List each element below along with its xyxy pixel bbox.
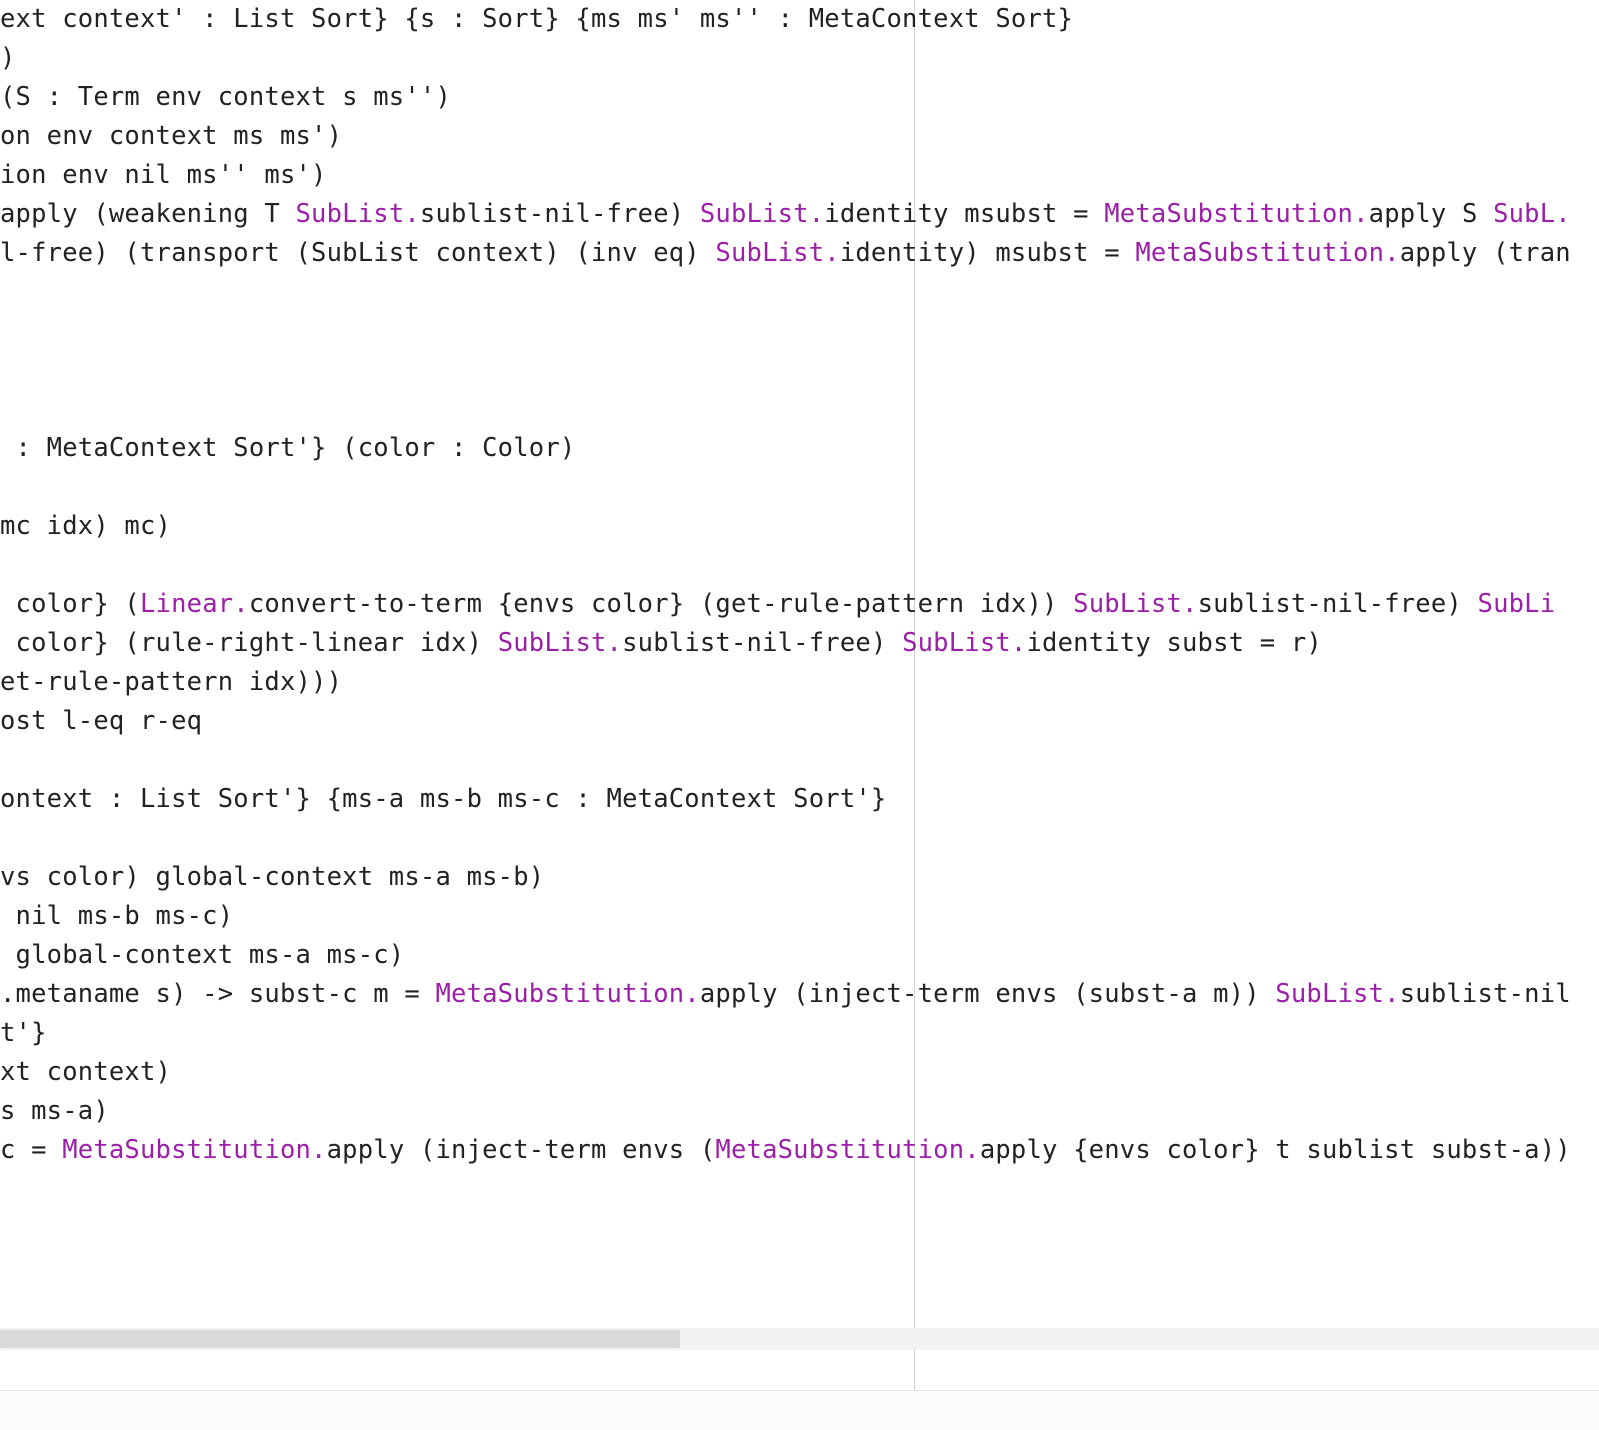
token-plain: color} (	[0, 589, 140, 619]
token-module: SubList.	[715, 238, 839, 268]
token-plain: apply (weakening T	[0, 199, 296, 229]
token-plain: apply (tran	[1400, 238, 1571, 268]
code-line[interactable]: .metaname s) -> subst-c m = MetaSubstitu…	[0, 979, 1571, 1009]
token-plain: ion env nil ms'' ms')	[0, 160, 327, 190]
token-plain: identity msubst =	[824, 199, 1104, 229]
token-plain: sublist-nil-free)	[622, 628, 902, 658]
token-plain: ost l-eq r-eq	[0, 706, 202, 736]
code-line[interactable]: ontext : List Sort'} {ms-a ms-b ms-c : M…	[0, 784, 886, 814]
code-line[interactable]: et-rule-pattern idx)))	[0, 667, 342, 697]
token-plain: xt context)	[0, 1057, 171, 1087]
token-plain: apply (inject-term envs (subst-a m))	[700, 979, 1275, 1009]
token-module: MetaSubstitution.	[715, 1135, 979, 1165]
token-module: SubL.	[1493, 199, 1571, 229]
token-module: SubList.	[498, 628, 622, 658]
token-plain: sublist-nil-free)	[1198, 589, 1478, 619]
code-line[interactable]: on env context ms ms')	[0, 121, 342, 151]
token-plain: convert-to-term {envs color} (get-rule-p…	[249, 589, 1073, 619]
token-plain: s ms-a)	[0, 1096, 109, 1126]
token-plain: apply (inject-term envs (	[327, 1135, 716, 1165]
token-plain: mc idx) mc)	[0, 511, 171, 541]
token-plain: sublist-nil-free)	[420, 199, 700, 229]
code-line[interactable]: apply (weakening T SubList.sublist-nil-f…	[0, 199, 1571, 229]
code-line[interactable]: l-free) (transport (SubList context) (in…	[0, 238, 1571, 268]
token-plain: t'}	[0, 1018, 47, 1048]
token-module: SubList.	[700, 199, 824, 229]
token-module: Linear.	[140, 589, 249, 619]
column-ruler	[914, 0, 915, 1390]
code-line[interactable]: mc idx) mc)	[0, 511, 171, 541]
token-plain: sublist-nil	[1400, 979, 1571, 1009]
token-plain: (S : Term env context s ms'')	[0, 82, 451, 112]
token-plain: apply {envs color} t sublist subst-a))	[980, 1135, 1571, 1165]
token-plain: ontext : List Sort'} {ms-a ms-b ms-c : M…	[0, 784, 886, 814]
token-module: MetaSubstitution.	[62, 1135, 326, 1165]
code-line[interactable]: xt context)	[0, 1057, 171, 1087]
token-module: SubList.	[296, 199, 420, 229]
code-line[interactable]: global-context ms-a ms-c)	[0, 940, 404, 970]
token-module: MetaSubstitution.	[435, 979, 699, 1009]
token-module: SubLi	[1478, 589, 1556, 619]
code-content[interactable]: ext context' : List Sort} {s : Sort} {ms…	[0, 0, 1571, 1170]
code-line[interactable]: )	[0, 43, 16, 73]
token-plain: vs color) global-context ms-a ms-b)	[0, 862, 544, 892]
token-plain: .metaname s) -> subst-c m =	[0, 979, 435, 1009]
token-module: SubList.	[1073, 589, 1197, 619]
token-plain: on env context ms ms')	[0, 121, 342, 151]
token-plain: identity) msubst =	[840, 238, 1136, 268]
code-line[interactable]: nil ms-b ms-c)	[0, 901, 233, 931]
horizontal-scrollbar-thumb[interactable]	[0, 1330, 680, 1348]
token-plain: color} (rule-right-linear idx)	[0, 628, 498, 658]
token-module: SubList.	[902, 628, 1026, 658]
token-plain: apply S	[1369, 199, 1493, 229]
token-plain: )	[0, 43, 16, 73]
token-module: MetaSubstitution.	[1104, 199, 1368, 229]
code-line[interactable]: color} (Linear.convert-to-term {envs col…	[0, 589, 1555, 619]
code-line[interactable]: (S : Term env context s ms'')	[0, 82, 451, 112]
code-line[interactable]: s ms-a)	[0, 1096, 109, 1126]
code-editor[interactable]: ext context' : List Sort} {s : Sort} {ms…	[0, 0, 1599, 1390]
code-line[interactable]: ext context' : List Sort} {s : Sort} {ms…	[0, 4, 1073, 34]
token-plain: ext context' : List Sort} {s : Sort} {ms…	[0, 4, 1073, 34]
token-module: SubList.	[1275, 979, 1399, 1009]
token-plain: c =	[0, 1135, 62, 1165]
code-line[interactable]: ost l-eq r-eq	[0, 706, 202, 736]
code-line[interactable]: ion env nil ms'' ms')	[0, 160, 327, 190]
horizontal-scrollbar-track[interactable]	[0, 1328, 1599, 1350]
token-plain: et-rule-pattern idx)))	[0, 667, 342, 697]
status-bar	[0, 1390, 1599, 1430]
token-module: MetaSubstitution.	[1135, 238, 1399, 268]
code-line[interactable]: c = MetaSubstitution.apply (inject-term …	[0, 1135, 1571, 1165]
token-plain: : MetaContext Sort'} (color : Color)	[0, 433, 575, 463]
token-plain: nil ms-b ms-c)	[0, 901, 233, 931]
code-line[interactable]: t'}	[0, 1018, 47, 1048]
token-plain: identity subst = r)	[1026, 628, 1322, 658]
code-line[interactable]: vs color) global-context ms-a ms-b)	[0, 862, 544, 892]
token-plain: l-free) (transport (SubList context) (in…	[0, 238, 715, 268]
token-plain: global-context ms-a ms-c)	[0, 940, 404, 970]
code-line[interactable]: : MetaContext Sort'} (color : Color)	[0, 433, 575, 463]
code-line[interactable]: color} (rule-right-linear idx) SubList.s…	[0, 628, 1322, 658]
